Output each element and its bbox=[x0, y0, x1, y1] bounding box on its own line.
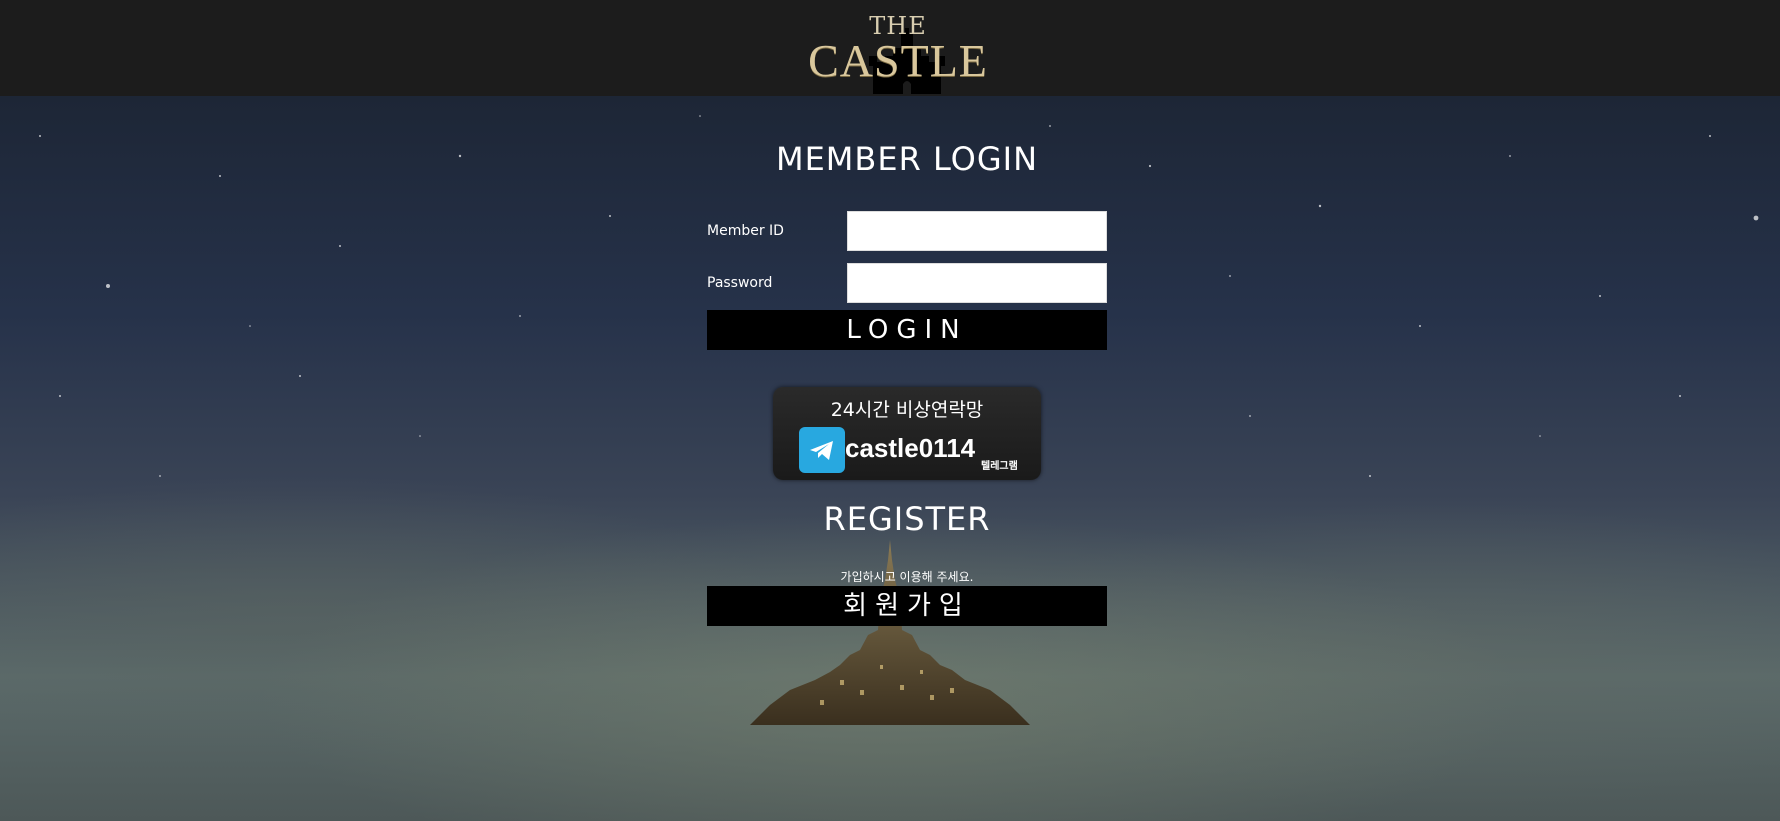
contact-title: 24시간 비상연락망 bbox=[830, 399, 984, 421]
register-note: 가입하시고 이용해 주세요. bbox=[840, 570, 974, 584]
logo-castle-text: CASTLE bbox=[808, 35, 988, 86]
site-logo[interactable]: THE CASTLE bbox=[808, 4, 988, 94]
member-login-title: MEMBER LOGIN bbox=[775, 140, 1039, 178]
member-id-label: Member ID bbox=[707, 223, 784, 239]
register-title: REGISTER bbox=[823, 500, 991, 538]
contact-platform: 텔레그램 bbox=[981, 461, 1018, 472]
emergency-contact-banner[interactable]: 24시간 비상연락망 castle0114 텔레그램 bbox=[773, 387, 1041, 480]
telegram-icon bbox=[799, 427, 845, 473]
site-header: THE CASTLE bbox=[0, 0, 1780, 96]
register-button[interactable]: 회원가입 bbox=[707, 586, 1107, 626]
login-button[interactable]: LOGIN bbox=[707, 310, 1107, 350]
password-label: Password bbox=[707, 275, 773, 291]
password-input[interactable] bbox=[847, 263, 1107, 303]
contact-handle: castle0114 bbox=[845, 433, 976, 463]
member-id-input[interactable] bbox=[847, 211, 1107, 251]
